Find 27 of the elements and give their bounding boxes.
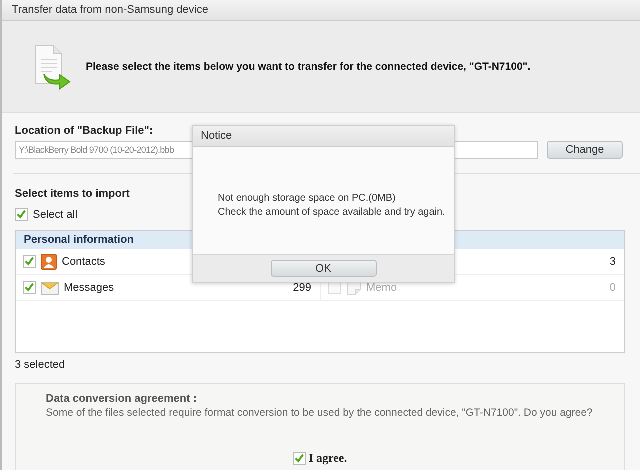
- section-title: Select items to import: [15, 188, 130, 200]
- agree-checkbox[interactable]: [292, 452, 306, 465]
- selection-count: 3 selected: [15, 359, 66, 371]
- agreement-text: Some of the files selected require format conversion to be used by the connected device, "GT-N7100". Do you agree?: [46, 407, 594, 419]
- item-label: Contacts: [62, 256, 106, 268]
- item-count: 3: [610, 256, 616, 268]
- select-all-checkbox[interactable]: [15, 208, 28, 221]
- agree-label: I agree.: [308, 451, 348, 466]
- item-count: 299: [293, 282, 312, 294]
- location-label: Location of "Backup File":: [15, 125, 154, 137]
- select-all-label: Select all: [33, 208, 78, 220]
- item-checkbox[interactable]: [23, 281, 36, 294]
- item-label: Messages: [64, 282, 114, 294]
- category-title: Personal information: [24, 234, 134, 246]
- item-label: Memo: [366, 282, 398, 294]
- envelope-icon: [41, 280, 59, 296]
- item-count: 0: [610, 282, 616, 294]
- dialog-message: Check the amount of space available and try again.: [218, 206, 446, 220]
- dialog-title: Notice: [201, 130, 232, 142]
- instruction-text: Please select the items below you want to transfer for the connected device, "GT-N7100".: [86, 60, 531, 72]
- ok-button[interactable]: OK: [270, 260, 376, 277]
- change-button[interactable]: Change: [547, 141, 623, 159]
- agreement-title: Data conversion agreement :: [46, 393, 198, 405]
- dialog-message: Not enough storage space on PC.(0MB): [218, 192, 397, 206]
- contact-icon: [41, 254, 57, 270]
- item-checkbox[interactable]: [23, 255, 36, 268]
- window-title: Transfer data from non-Samsung device: [12, 4, 208, 16]
